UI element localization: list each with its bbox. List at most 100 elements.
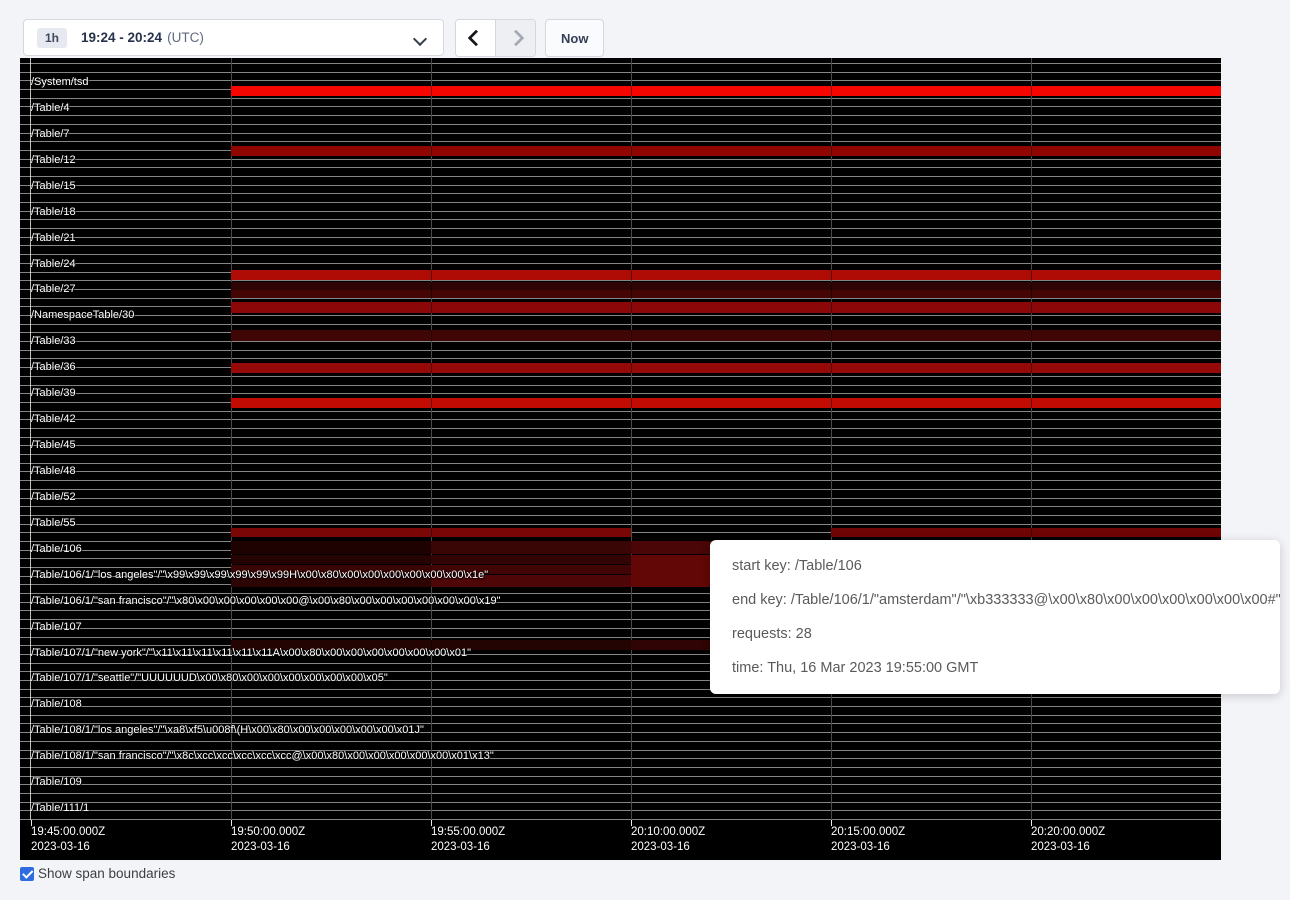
span-boundary-line [20, 245, 1221, 246]
heat-band[interactable] [231, 146, 1221, 156]
prev-range-button[interactable] [456, 20, 496, 56]
time-gridline [1031, 146, 1032, 156]
span-boundary-line [20, 767, 1221, 768]
key-visualizer-page: 1h 19:24 - 20:24 (UTC) Now /System/tsd/T… [0, 0, 1290, 900]
span-boundary-line [20, 471, 1221, 472]
footer-controls: Show span boundaries [20, 866, 175, 881]
tooltip-end-key: end key: /Table/106/1/"amsterdam"/"\xb33… [732, 583, 1258, 617]
row-label: /Table/15 [31, 180, 76, 192]
row-label: /Table/12 [31, 154, 76, 166]
span-boundary-line [20, 159, 1221, 160]
time-gridline [1031, 282, 1032, 290]
time-gridline [431, 58, 432, 820]
tooltip-start-key: start key: /Table/106 [732, 549, 1258, 583]
row-label: /Table/42 [31, 413, 76, 425]
row-label: /Table/108/1/"san francisco"/"\x8c\xcc\x… [31, 750, 494, 762]
time-gridline [231, 58, 232, 820]
span-boundary-line [20, 219, 1221, 220]
span-boundary-line [20, 63, 1221, 64]
tooltip-time: time: Thu, 16 Mar 2023 19:55:00 GMT [732, 651, 1258, 685]
span-boundary-line [20, 133, 1221, 134]
show-span-boundaries-checkbox[interactable] [20, 867, 34, 881]
span-boundary-line [20, 515, 1221, 516]
row-label: /Table/55 [31, 517, 76, 529]
span-boundary-line [20, 185, 1221, 186]
span-boundary-line [20, 324, 1221, 325]
time-gridline [431, 528, 432, 537]
time-gridline [831, 146, 832, 156]
time-gridline [631, 363, 632, 373]
row-label: /System/tsd [31, 76, 88, 88]
span-boundary-line [20, 193, 1221, 194]
span-boundary-line [20, 393, 1221, 394]
heat-band[interactable] [231, 290, 1221, 298]
x-axis-label: 20:15:00.000Z2023-03-16 [831, 825, 905, 855]
chevron-down-icon [413, 32, 427, 46]
row-label: /Table/24 [31, 258, 76, 270]
time-gridline [1031, 270, 1032, 280]
row-label: /Table/106 [31, 543, 82, 555]
time-gridline [831, 398, 832, 408]
span-boundary-line [20, 315, 1221, 316]
time-gridline [1031, 290, 1032, 298]
time-gridline [431, 282, 432, 290]
heat-band[interactable] [431, 541, 631, 554]
row-label: /Table/107 [31, 621, 82, 633]
key-visualizer-heatmap[interactable]: /System/tsd/Table/4/Table/7/Table/12/Tab… [20, 58, 1221, 860]
row-label: /Table/33 [31, 335, 76, 347]
time-gridline [831, 290, 832, 298]
span-boundary-line [20, 237, 1221, 238]
range-timezone-text: (UTC) [167, 30, 204, 45]
time-gridline [431, 146, 432, 156]
span-boundary-line [20, 211, 1221, 212]
time-gridline [631, 86, 632, 96]
time-gridline [431, 398, 432, 408]
x-axis-label: 20:20:00.000Z2023-03-16 [1031, 825, 1105, 855]
span-boundary-line [20, 124, 1221, 125]
time-gridline [831, 270, 832, 280]
time-gridline [1031, 528, 1032, 537]
heat-band[interactable] [231, 282, 1221, 290]
span-boundary-line [20, 98, 1221, 99]
row-label: /Table/27 [31, 283, 76, 295]
chevron-right-icon [507, 30, 524, 47]
heat-band[interactable] [231, 270, 1221, 280]
span-boundary-line [20, 141, 1221, 142]
row-label: /Table/108 [31, 698, 82, 710]
span-boundary-line [20, 202, 1221, 203]
heat-band[interactable] [831, 528, 1221, 537]
row-label: /Table/4 [31, 102, 70, 114]
row-label: /Table/21 [31, 232, 76, 244]
heat-band[interactable] [231, 302, 1221, 313]
heat-band[interactable] [231, 555, 431, 564]
heat-band[interactable] [231, 363, 1221, 373]
heat-band[interactable] [431, 555, 631, 564]
span-boundary-line [20, 697, 1221, 698]
time-gridline [831, 86, 832, 96]
row-label: /Table/36 [31, 361, 76, 373]
heatmap-tooltip: start key: /Table/106 end key: /Table/10… [710, 540, 1280, 694]
range-duration-badge: 1h [37, 28, 67, 48]
now-button[interactable]: Now [545, 19, 604, 57]
time-gridline [631, 302, 632, 313]
row-label: /Table/45 [31, 439, 76, 451]
span-boundary-line [20, 437, 1221, 438]
heat-band[interactable] [231, 541, 431, 554]
row-label: /Table/111/1 [31, 802, 89, 814]
span-boundary-line [20, 376, 1221, 377]
time-range-selector[interactable]: 1h 19:24 - 20:24 (UTC) [23, 19, 444, 56]
heat-band[interactable] [231, 86, 1221, 96]
heat-band[interactable] [231, 398, 1221, 408]
time-gridline [631, 146, 632, 156]
span-boundary-line [20, 784, 1221, 785]
span-boundary-line [20, 489, 1221, 490]
time-gridline [431, 290, 432, 298]
chevron-left-icon [467, 30, 484, 47]
time-gridline [1031, 302, 1032, 313]
time-gridline [831, 330, 832, 341]
time-gridline [431, 302, 432, 313]
next-range-button-disabled[interactable] [496, 20, 535, 56]
heat-band[interactable] [231, 330, 1221, 341]
span-boundary-line [20, 358, 1221, 359]
time-gridline [431, 330, 432, 341]
